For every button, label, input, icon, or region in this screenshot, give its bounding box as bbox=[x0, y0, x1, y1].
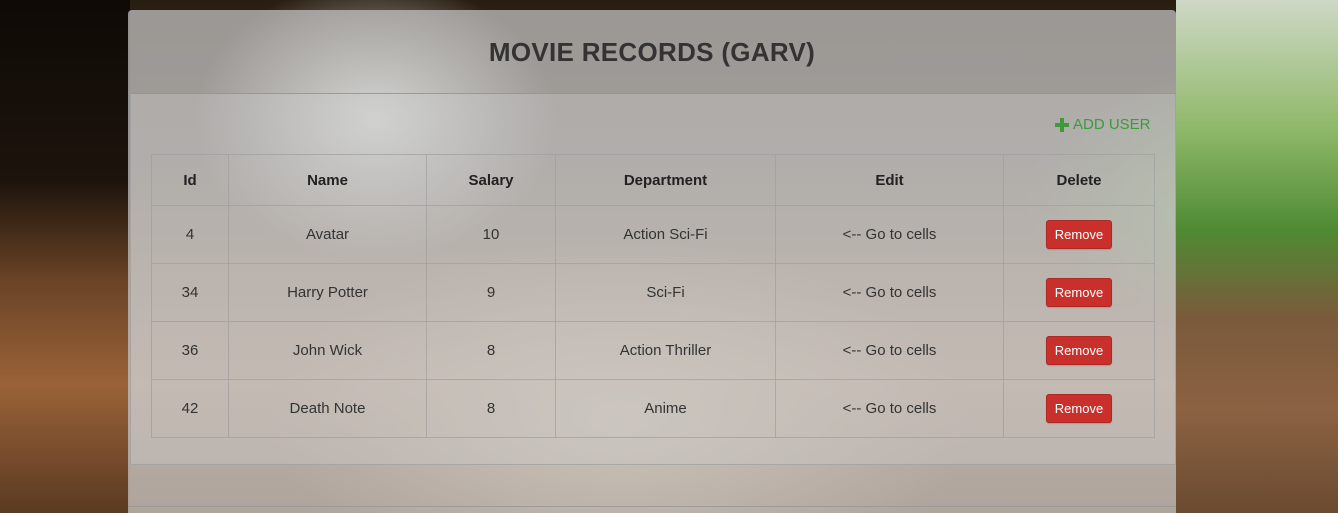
cell-department[interactable]: Action Thriller bbox=[555, 321, 776, 380]
column-header-delete: Delete bbox=[1003, 154, 1155, 206]
column-header-edit: Edit bbox=[775, 154, 1004, 206]
remove-button[interactable]: Remove bbox=[1045, 220, 1113, 249]
cell-id[interactable]: 36 bbox=[151, 321, 229, 380]
table-header-row: Id Name Salary Department Edit Delete bbox=[151, 154, 1155, 206]
cell-edit: <-- Go to cells bbox=[775, 263, 1004, 322]
cell-delete: Remove bbox=[1003, 379, 1155, 438]
column-header-id: Id bbox=[151, 154, 229, 206]
cell-name[interactable]: Death Note bbox=[228, 379, 427, 438]
cell-department[interactable]: Sci-Fi bbox=[555, 263, 776, 322]
column-header-name: Name bbox=[228, 154, 427, 206]
add-user-label: ADD USER bbox=[1073, 116, 1151, 133]
cell-delete: Remove bbox=[1003, 321, 1155, 380]
remove-button[interactable]: Remove bbox=[1045, 336, 1113, 365]
cell-id[interactable]: 4 bbox=[151, 205, 229, 264]
table-container: ADD USER Id Name Salary Department Edit … bbox=[130, 94, 1176, 465]
cell-name[interactable]: Harry Potter bbox=[228, 263, 427, 322]
cell-name[interactable]: Avatar bbox=[228, 205, 427, 264]
remove-button[interactable]: Remove bbox=[1045, 394, 1113, 423]
table-row: 34 Harry Potter 9 Sci-Fi <-- Go to cells… bbox=[151, 263, 1155, 322]
cell-salary[interactable]: 9 bbox=[426, 263, 556, 322]
table-row: 4 Avatar 10 Action Sci-Fi <-- Go to cell… bbox=[151, 205, 1155, 264]
cell-edit: <-- Go to cells bbox=[775, 321, 1004, 380]
cell-salary[interactable]: 8 bbox=[426, 321, 556, 380]
cell-id[interactable]: 42 bbox=[151, 379, 229, 438]
table-row: 42 Death Note 8 Anime <-- Go to cells Re… bbox=[151, 379, 1155, 438]
cell-edit: <-- Go to cells bbox=[775, 205, 1004, 264]
page-title: MOVIE RECORDS (GARV) bbox=[488, 36, 816, 67]
cell-department[interactable]: Anime bbox=[555, 379, 776, 438]
background-right-forest bbox=[1176, 0, 1338, 513]
cell-delete: Remove bbox=[1003, 205, 1155, 264]
remove-button[interactable]: Remove bbox=[1045, 278, 1113, 307]
cell-name[interactable]: John Wick bbox=[228, 321, 427, 380]
cell-salary[interactable]: 8 bbox=[426, 379, 556, 438]
cell-salary[interactable]: 10 bbox=[426, 205, 556, 264]
column-header-department: Department bbox=[555, 154, 776, 206]
cell-department[interactable]: Action Sci-Fi bbox=[555, 205, 776, 264]
table-row: 36 John Wick 8 Action Thriller <-- Go to… bbox=[151, 321, 1155, 380]
plus-icon bbox=[1055, 117, 1069, 132]
movie-records-table: Id Name Salary Department Edit Delete 4 … bbox=[151, 154, 1155, 438]
add-user-button[interactable]: ADD USER bbox=[1055, 116, 1151, 133]
cell-delete: Remove bbox=[1003, 263, 1155, 322]
records-panel: MOVIE RECORDS (GARV) ADD USER Id Name Sa… bbox=[128, 10, 1176, 513]
cell-id[interactable]: 34 bbox=[151, 263, 229, 322]
panel-bottom-divider bbox=[128, 506, 1176, 507]
column-header-salary: Salary bbox=[426, 154, 556, 206]
cell-edit: <-- Go to cells bbox=[775, 379, 1004, 438]
background-left-shade bbox=[0, 0, 130, 513]
